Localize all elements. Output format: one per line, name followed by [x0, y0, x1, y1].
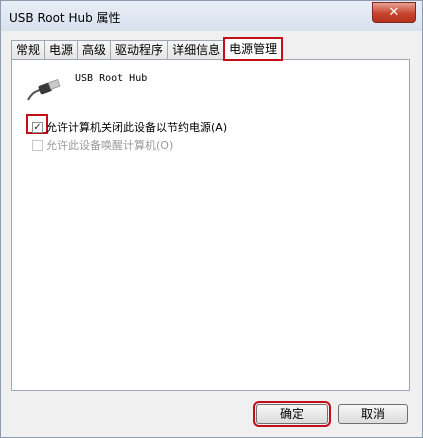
allow-power-off-checkbox[interactable]: ✓	[32, 121, 43, 133]
properties-dialog: USB Root Hub 属性 ✕ 常规 电源 高级 驱动程序 详细信息 电源管…	[0, 0, 423, 438]
window-title: USB Root Hub 属性	[9, 11, 121, 25]
cancel-button[interactable]: 取消	[338, 404, 408, 424]
tab-panel: USB Root Hub ✓ 允许计算机关闭此设备以节约电源(A) 允许此设备唤…	[11, 59, 410, 391]
close-icon: ✕	[388, 5, 400, 20]
tab-power-management[interactable]: 电源管理	[223, 37, 284, 61]
allow-power-off-label: 允许计算机关闭此设备以节约电源(A)	[46, 121, 228, 134]
tab-power[interactable]: 电源	[44, 40, 79, 60]
tab-strip: 常规 电源 高级 驱动程序 详细信息 电源管理	[11, 37, 284, 61]
allow-wake-option: 允许此设备唤醒计算机(O)	[32, 137, 173, 153]
tab-details[interactable]: 详细信息	[167, 40, 226, 60]
title-bar: USB Root Hub 属性 ✕	[1, 1, 422, 31]
device-name: USB Root Hub	[75, 73, 148, 84]
close-button[interactable]: ✕	[372, 2, 416, 23]
allow-wake-checkbox	[32, 139, 43, 151]
usb-plug-icon	[27, 79, 61, 101]
allow-power-off-option[interactable]: ✓ 允许计算机关闭此设备以节约电源(A)	[32, 119, 227, 135]
allow-wake-label: 允许此设备唤醒计算机(O)	[46, 139, 174, 152]
ok-button[interactable]: 确定	[253, 401, 331, 427]
tab-advanced[interactable]: 高级	[77, 40, 112, 60]
tab-driver[interactable]: 驱动程序	[110, 40, 169, 60]
tab-general[interactable]: 常规	[11, 40, 46, 60]
